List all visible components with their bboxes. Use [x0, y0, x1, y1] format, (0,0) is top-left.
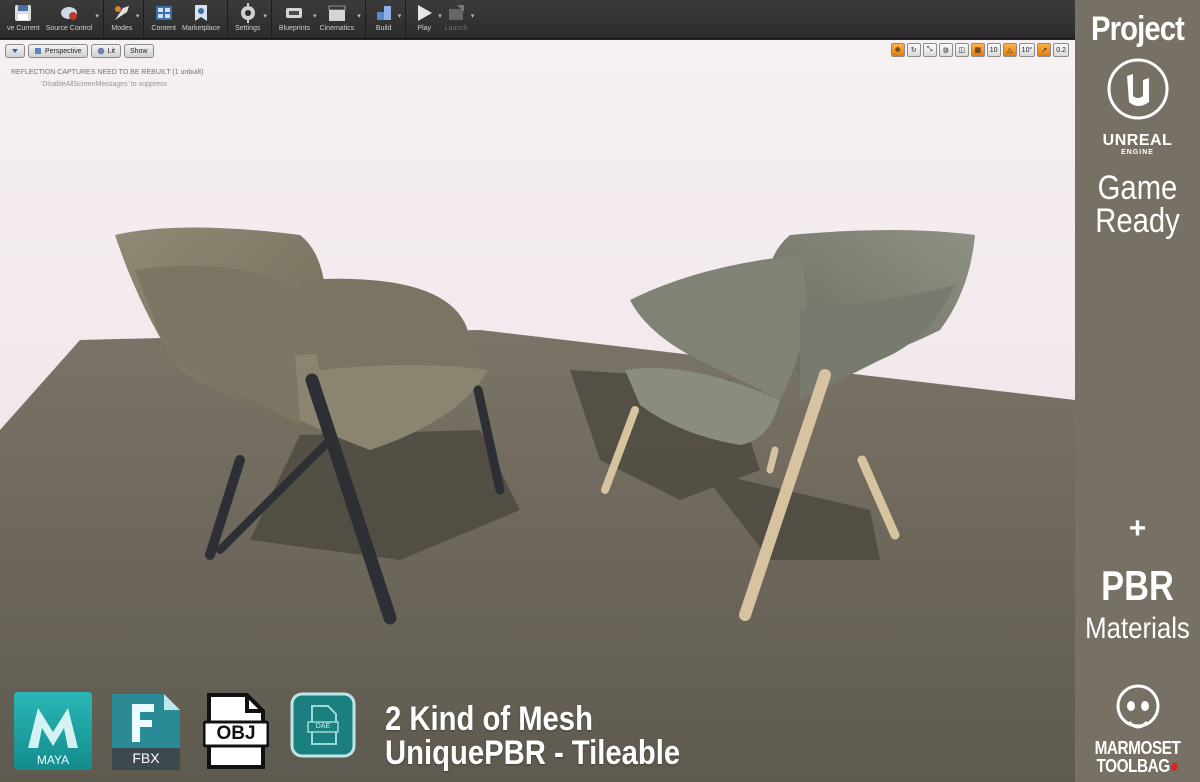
cinematics-clapper-icon: [328, 5, 346, 21]
scale-snap-value[interactable]: 0.2: [1053, 43, 1069, 57]
source-control-icon: [61, 7, 78, 20]
obj-format-badge: OBJ: [202, 692, 270, 770]
transform-move-icon[interactable]: ✥: [890, 43, 905, 57]
play-label: Play: [417, 25, 432, 32]
maya-label: MAYA: [36, 753, 70, 767]
launch-button[interactable]: Launch: [442, 0, 471, 39]
content-browser-icon: [155, 6, 172, 20]
cinematics-label: Cinematics: [319, 25, 355, 32]
lit-sphere-icon: [97, 47, 104, 55]
play-button[interactable]: Play: [410, 0, 438, 39]
lit-button[interactable]: Lit: [90, 44, 121, 58]
toolbar-group-build: Build ▾: [366, 0, 407, 39]
show-button[interactable]: Show: [123, 44, 154, 58]
save-current-label: ve Current: [7, 25, 40, 32]
viewport-view-controls: Perspective Lit Show: [5, 44, 154, 58]
game-ready-line2: Ready: [1095, 202, 1180, 240]
rotation-snap-icon[interactable]: △: [1002, 43, 1017, 57]
snap-settings-bar: ✥ ↻ ⤡ ◍ ◫ ▦ 10 △ 10° ↗ 0.2: [890, 43, 1069, 57]
chevron-down-icon: [12, 49, 18, 53]
game-ready-line1: Game: [1097, 169, 1178, 207]
blueprints-icon: [286, 8, 303, 18]
settings-gear-icon: [240, 3, 255, 23]
dae-label: DAE: [315, 723, 331, 730]
source-control-label: Source Control: [45, 25, 93, 32]
unreal-engine-sub: ENGINE: [1121, 149, 1154, 156]
blueprints-button[interactable]: Blueprints: [276, 0, 313, 39]
save-icon: [15, 5, 32, 21]
rotate-icon[interactable]: ↻: [906, 43, 921, 57]
build-icon: [376, 6, 391, 20]
source-control-button[interactable]: Source Control: [43, 0, 96, 39]
game-ready-label: Game Ready: [1084, 169, 1192, 240]
marketplace-label: Marketplace: [181, 25, 221, 32]
content-button[interactable]: Content: [148, 0, 179, 39]
editor-toolbar: ve Current Source Control ▾ Modes ▾ Cont…: [0, 0, 1075, 39]
mesh-kinds-subtitle: UniquePBR - Tileable: [385, 734, 681, 772]
perspective-label: Perspective: [45, 47, 82, 55]
blueprints-label: Blueprints: [278, 25, 311, 32]
viewport-options-button[interactable]: [5, 44, 25, 58]
scale-icon[interactable]: ⤡: [922, 43, 937, 57]
perspective-cube-icon: [35, 48, 41, 54]
toolbag-name: TOOLBAG●: [1084, 756, 1190, 777]
obj-label: OBJ: [216, 723, 256, 744]
toolbag-text: TOOLBAG: [1096, 756, 1170, 776]
fbx-format-badge: FBX: [110, 692, 182, 772]
toolbar-group-content: Content Marketplace: [144, 0, 229, 39]
pbr-label: PBR: [1101, 562, 1174, 609]
rotation-snap-value[interactable]: 10°: [1018, 43, 1036, 57]
project-title: Project: [1090, 10, 1185, 48]
world-space-icon[interactable]: ◍: [938, 43, 953, 57]
settings-button[interactable]: Settings: [232, 0, 263, 39]
launch-label: Launch: [444, 25, 468, 32]
plus-sign: +: [1128, 512, 1147, 545]
unreal-engine-name: UNREAL: [1102, 132, 1173, 149]
brand-panel: Project UNREAL ENGINE Game Ready + PBR M…: [1075, 0, 1200, 782]
grid-snap-value[interactable]: 10: [986, 43, 1001, 57]
fbx-label: FBX: [132, 750, 160, 766]
modes-icon: [114, 6, 129, 20]
chevron-down-icon[interactable]: ▾: [471, 12, 475, 20]
viewport-message: REFLECTION CAPTURES NEED TO BE REBUILT (…: [11, 67, 203, 91]
settings-label: Settings: [235, 25, 261, 32]
marmoset-logo-icon: [1116, 684, 1160, 729]
maya-format-badge: MAYA: [14, 692, 92, 770]
launch-icon: [449, 5, 465, 20]
cinematics-button[interactable]: Cinematics: [317, 0, 358, 39]
toolbar-group-file: ve Current Source Control ▾: [0, 0, 104, 39]
marketplace-icon: [195, 5, 208, 21]
chevron-down-icon[interactable]: ▾: [398, 12, 402, 20]
toolbar-group-blueprints: Blueprints ▾ Cinematics ▾: [272, 0, 366, 39]
show-label: Show: [129, 47, 148, 55]
marketplace-button[interactable]: Marketplace: [179, 0, 223, 39]
scale-snap-icon[interactable]: ↗: [1037, 43, 1052, 57]
content-label: Content: [151, 25, 176, 32]
toolbar-group-modes: Modes ▾: [104, 0, 145, 39]
scene-render: [0, 40, 1075, 782]
chevron-down-icon[interactable]: ▾: [357, 12, 361, 20]
dae-format-badge: DAE: [290, 692, 356, 770]
chevron-down-icon[interactable]: ▾: [263, 12, 267, 20]
toolbar-group-settings: Settings ▾: [228, 0, 272, 39]
unreal-engine-logo-icon: [1107, 58, 1169, 120]
build-label: Build: [375, 25, 392, 32]
toolbar-group-play: Play ▾ Launch ▾: [406, 0, 478, 39]
modes-button[interactable]: Modes: [108, 0, 136, 39]
materials-label: Materials: [1085, 612, 1190, 645]
build-button[interactable]: Build: [370, 0, 398, 39]
lit-label: Lit: [107, 47, 115, 55]
red-dot-icon: ●: [1169, 756, 1179, 776]
modes-label: Modes: [111, 25, 133, 32]
reflection-warning: REFLECTION CAPTURES NEED TO BE REBUILT (…: [11, 69, 204, 76]
perspective-button[interactable]: Perspective: [28, 44, 88, 58]
play-icon: [418, 5, 433, 21]
surface-snap-icon[interactable]: ◫: [954, 43, 969, 57]
chevron-down-icon[interactable]: ▾: [136, 12, 140, 20]
chevron-down-icon[interactable]: ▾: [95, 12, 99, 20]
save-current-button[interactable]: ve Current: [4, 0, 43, 39]
grid-snap-icon[interactable]: ▦: [970, 43, 985, 57]
reflection-warning-hint: 'DisableAllScreenMessages' to suppress: [41, 81, 168, 88]
level-viewport[interactable]: Perspective Lit Show REFLECTION CAPTURES…: [0, 40, 1075, 782]
